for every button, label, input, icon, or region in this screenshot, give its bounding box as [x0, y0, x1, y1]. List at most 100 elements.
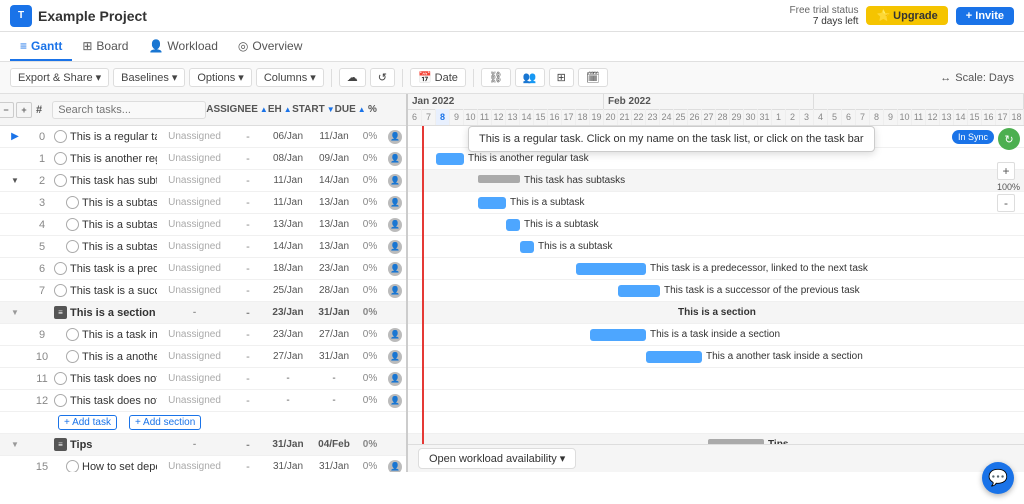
people-icon: 👥	[523, 71, 537, 84]
zoom-in-button[interactable]: +	[997, 162, 1015, 180]
gantt-row[interactable]: This task is a predecessor, linked to th…	[408, 258, 1024, 280]
gantt-label: This is another regular task	[468, 148, 589, 169]
cloud-button[interactable]: ☁	[339, 68, 366, 87]
table-row[interactable]: 4 This is a subtask Unassigned - 13/Jan …	[0, 214, 406, 236]
link-button[interactable]: ⛓	[481, 68, 511, 87]
expand-col: − +	[0, 102, 30, 118]
gantt-bar[interactable]	[506, 219, 520, 231]
table-row[interactable]: ▼ ≡ This is a section - - 23/Jan 31/Jan …	[0, 302, 406, 324]
gantt-bar[interactable]	[520, 241, 534, 253]
people-button[interactable]: 👥	[515, 68, 545, 87]
start-col-header[interactable]: START ▼	[292, 104, 335, 115]
gantt-bar[interactable]	[576, 263, 646, 275]
tab-overview[interactable]: ◎ Overview	[228, 32, 313, 61]
day-header: 26	[688, 109, 702, 125]
undo-button[interactable]: ↺	[370, 68, 395, 87]
gantt-row[interactable]: This is another regular task	[408, 148, 1024, 170]
open-workload-button[interactable]: Open workload availability ▾	[418, 448, 576, 469]
gantt-row[interactable]: This task is a successor of the previous…	[408, 280, 1024, 302]
collapse-all-icon[interactable]: −	[0, 102, 14, 118]
month-feb: Feb 2022	[604, 94, 814, 109]
gantt-row[interactable]: This task has subtasks	[408, 170, 1024, 192]
zoom-controls: + 100% -	[997, 162, 1020, 212]
table-row[interactable]: 5 This is a subtask Unassigned - 14/Jan …	[0, 236, 406, 258]
chat-button[interactable]: 💬	[982, 462, 1014, 494]
add-task-button[interactable]: + Add task	[58, 415, 117, 430]
day-header: 1	[772, 109, 786, 125]
day-header: 19	[590, 109, 604, 125]
table-row[interactable]: 10 This is a another task inside... Unas…	[0, 346, 406, 368]
table-row[interactable]: 3 This is a subtask Unassigned - 11/Jan …	[0, 192, 406, 214]
gantt-bar[interactable]	[590, 329, 646, 341]
row-expand[interactable]: ▼	[0, 176, 30, 185]
gantt-row[interactable]: This is a subtask	[408, 192, 1024, 214]
avatar: 👤	[388, 350, 402, 364]
tab-workload[interactable]: 👤 Workload	[138, 32, 227, 61]
task-list: ▶ 0 This is a regular task. Click ... Un…	[0, 126, 406, 472]
table-row[interactable]: 6 This task is a predecessor, li... Unas…	[0, 258, 406, 280]
gantt-row[interactable]	[408, 126, 1024, 148]
gantt-row[interactable]: This is a task inside a section	[408, 324, 1024, 346]
due-col-header[interactable]: DUE ▲	[335, 104, 368, 115]
table-row[interactable]: ▶ 0 This is a regular task. Click ... Un…	[0, 126, 406, 148]
board-icon: ⊞	[82, 39, 92, 53]
search-input[interactable]	[52, 101, 206, 119]
check-icon	[66, 196, 79, 209]
upgrade-button[interactable]: ⭐ Upgrade	[866, 6, 947, 25]
baselines-button[interactable]: Baselines ▾	[113, 68, 185, 87]
avatar: 👤	[388, 196, 402, 210]
gantt-bar[interactable]	[478, 175, 520, 183]
gantt-row: This is a section	[408, 302, 1024, 324]
day-header: 14	[954, 109, 968, 125]
tab-board[interactable]: ⊞ Board	[72, 32, 138, 61]
tab-gantt[interactable]: ≡ Gantt	[10, 32, 72, 61]
add-section-button[interactable]: + Add section	[129, 415, 201, 430]
in-sync-badge: In Sync	[952, 130, 994, 144]
day-header: 13	[940, 109, 954, 125]
chevron-down-icon: ▾	[310, 71, 316, 84]
gantt-row[interactable]: This a another task inside a section	[408, 346, 1024, 368]
gantt-bar[interactable]	[646, 351, 702, 363]
gantt-row[interactable]	[408, 368, 1024, 390]
day-header: 25	[674, 109, 688, 125]
check-icon	[54, 152, 67, 165]
columns-button[interactable]: Columns ▾	[256, 68, 324, 87]
gantt-bar[interactable]	[478, 197, 506, 209]
gantt-header: Jan 2022 Feb 2022 6789101112131415161718…	[408, 94, 1024, 126]
table-row[interactable]: 1 This is another regular task Unassigne…	[0, 148, 406, 170]
row-expand[interactable]: ▼	[0, 308, 30, 317]
gantt-row[interactable]: This is a subtask	[408, 214, 1024, 236]
grid-button[interactable]: ⊞	[549, 68, 574, 87]
avatar: 👤	[388, 240, 402, 254]
date-button[interactable]: 📅 Date	[410, 68, 466, 87]
left-panel: − + # ASSIGNEE ▲ EH ▲ START ▼ DUE	[0, 94, 408, 472]
pct-col-header[interactable]: %	[368, 104, 389, 115]
check-icon	[66, 240, 79, 253]
table-row[interactable]: ▼ 2 This task has subtasks Unassigned - …	[0, 170, 406, 192]
chevron-down-icon: ▾	[96, 71, 102, 84]
table-row[interactable]: 12 This task does not have dat... Unassi…	[0, 390, 406, 412]
row-expand[interactable]: ▼	[0, 440, 30, 449]
export-share-button[interactable]: Export & Share ▾	[10, 68, 109, 87]
options-button[interactable]: Options ▾	[189, 68, 251, 87]
day-header: 11	[478, 109, 492, 125]
row-expand: ▶	[0, 131, 30, 142]
table-row[interactable]: 11 This task does not have dat... Unassi…	[0, 368, 406, 390]
eh-col-header[interactable]: EH ▲	[268, 104, 292, 115]
cal-button[interactable]: 🗓	[578, 68, 608, 87]
gantt-bar[interactable]	[436, 153, 464, 165]
table-row[interactable]: 7 This task is a successor of t... Unass…	[0, 280, 406, 302]
invite-button[interactable]: + Invite	[956, 7, 1014, 25]
gantt-bar[interactable]	[618, 285, 660, 297]
day-header: 15	[968, 109, 982, 125]
add-task-row: + Add task + Add section	[0, 412, 406, 434]
gantt-row[interactable]	[408, 390, 1024, 412]
table-row[interactable]: ▼ ≡ Tips - - 31/Jan 04/Feb 0%	[0, 434, 406, 456]
assignee-col-header[interactable]: ASSIGNEE ▲	[206, 104, 268, 115]
table-row[interactable]: 9 This is a task inside a section Unassi…	[0, 324, 406, 346]
table-row[interactable]: 15 How to set dependencies Unassigned - …	[0, 456, 406, 472]
zoom-out-button[interactable]: -	[997, 194, 1015, 212]
gantt-bar-tips[interactable]	[708, 439, 764, 444]
gantt-row[interactable]: This is a subtask	[408, 236, 1024, 258]
gantt-label: This task has subtasks	[524, 170, 625, 191]
